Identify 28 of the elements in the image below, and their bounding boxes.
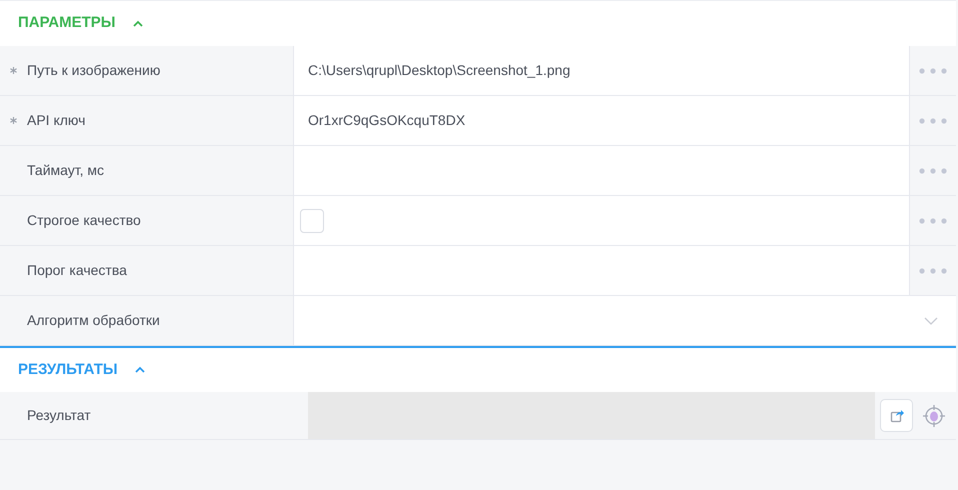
collapse-icon[interactable] [134, 366, 146, 374]
dropdown-field[interactable] [294, 296, 956, 345]
ellipsis-icon [919, 218, 947, 224]
share-icon [890, 408, 904, 422]
collapse-icon[interactable] [132, 20, 144, 28]
field-label: Результат [27, 406, 91, 425]
field-label: API ключ [27, 111, 86, 130]
section-title: ПАРАМЕТРЫ [18, 13, 116, 34]
field-value: Or1xrC9qGsOKcquT8DX [308, 111, 466, 130]
ellipsis-icon [919, 68, 947, 74]
field-label: Строгое качество [27, 211, 141, 230]
target-icon[interactable] [923, 404, 945, 426]
field-label: Алгоритм обработки [27, 311, 160, 330]
ellipsis-icon [919, 118, 947, 124]
ellipsis-icon [919, 268, 947, 274]
field-label: Порог качества [27, 261, 127, 280]
input-field[interactable]: C:\Users\qrupl\Desktop\Screenshot_1.png [294, 46, 909, 95]
input-field[interactable] [294, 146, 909, 195]
open-button[interactable] [880, 399, 913, 432]
section-title: РЕЗУЛЬТАТЫ [18, 360, 118, 380]
input-field[interactable]: Or1xrC9qGsOKcquT8DX [294, 96, 909, 145]
field-label: Таймаут, мс [27, 161, 104, 180]
checkbox[interactable] [300, 208, 324, 232]
field-value: C:\Users\qrupl\Desktop\Screenshot_1.png [308, 61, 570, 80]
field-label: Путь к изображению [27, 61, 160, 80]
ellipsis-icon [919, 168, 947, 174]
input-field[interactable] [294, 246, 909, 295]
chevron-down-icon [924, 316, 938, 324]
